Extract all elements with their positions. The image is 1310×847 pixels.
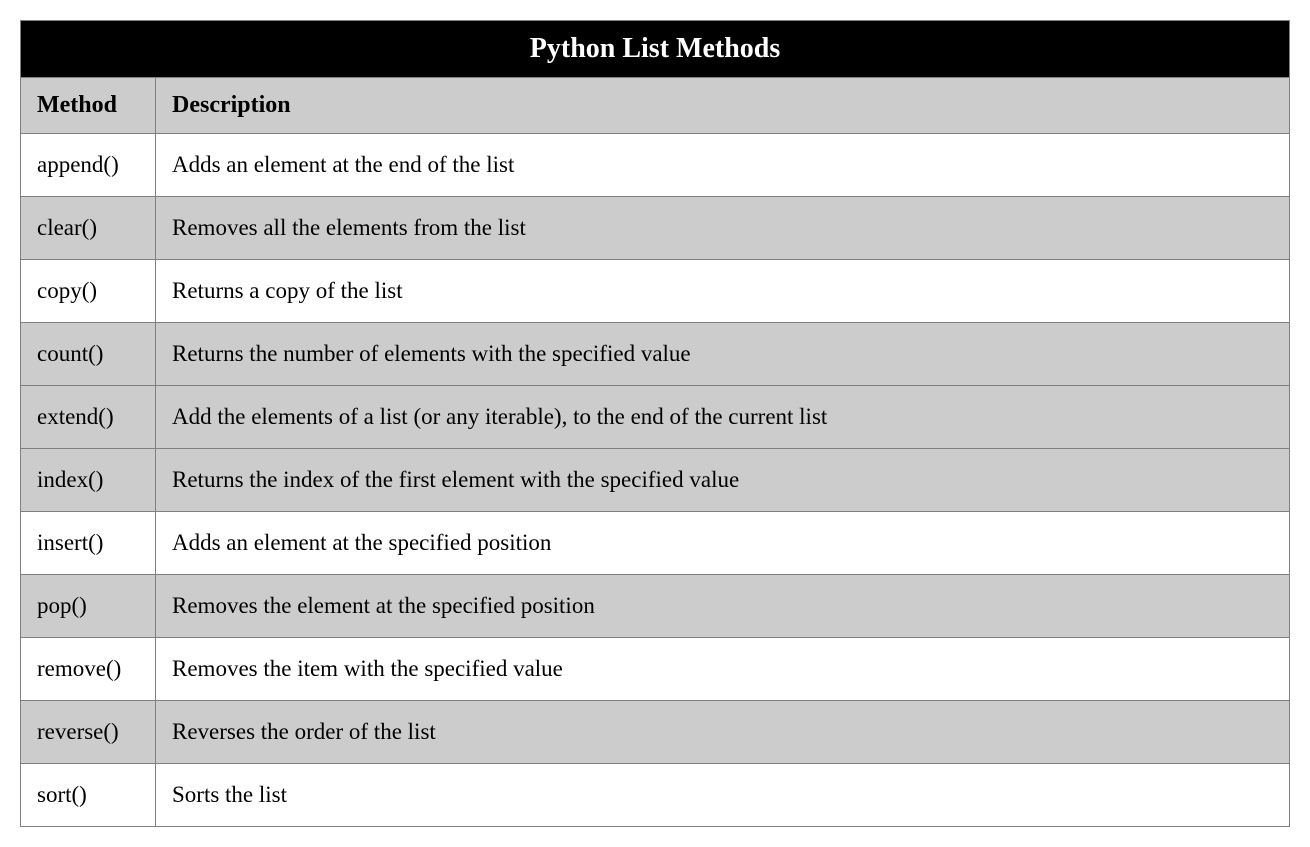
cell-description: Sorts the list: [156, 764, 1290, 827]
header-method: Method: [21, 78, 156, 134]
cell-method: count(): [21, 323, 156, 386]
cell-method: remove(): [21, 638, 156, 701]
page-title: Python List Methods: [21, 21, 1290, 78]
cell-method: pop(): [21, 575, 156, 638]
table-row: insert() Adds an element at the specifie…: [21, 512, 1290, 575]
table-row: count() Returns the number of elements w…: [21, 323, 1290, 386]
cell-method: sort(): [21, 764, 156, 827]
table-row: index() Returns the index of the first e…: [21, 449, 1290, 512]
header-row: Method Description: [21, 78, 1290, 134]
header-description: Description: [156, 78, 1290, 134]
table-row: copy() Returns a copy of the list: [21, 260, 1290, 323]
cell-method: insert(): [21, 512, 156, 575]
cell-description: Add the elements of a list (or any itera…: [156, 386, 1290, 449]
table-row: extend() Add the elements of a list (or …: [21, 386, 1290, 449]
cell-description: Removes all the elements from the list: [156, 197, 1290, 260]
cell-description: Returns the number of elements with the …: [156, 323, 1290, 386]
cell-method: index(): [21, 449, 156, 512]
table-row: reverse() Reverses the order of the list: [21, 701, 1290, 764]
cell-method: extend(): [21, 386, 156, 449]
cell-description: Removes the element at the specified pos…: [156, 575, 1290, 638]
cell-description: Reverses the order of the list: [156, 701, 1290, 764]
table-row: append() Adds an element at the end of t…: [21, 134, 1290, 197]
cell-method: clear(): [21, 197, 156, 260]
table-row: sort() Sorts the list: [21, 764, 1290, 827]
cell-method: append(): [21, 134, 156, 197]
cell-method: reverse(): [21, 701, 156, 764]
cell-description: Adds an element at the specified positio…: [156, 512, 1290, 575]
methods-table: Python List Methods Method Description a…: [20, 20, 1290, 827]
table-row: remove() Removes the item with the speci…: [21, 638, 1290, 701]
cell-method: copy(): [21, 260, 156, 323]
cell-description: Removes the item with the specified valu…: [156, 638, 1290, 701]
cell-description: Returns the index of the first element w…: [156, 449, 1290, 512]
table-row: clear() Removes all the elements from th…: [21, 197, 1290, 260]
table-row: pop() Removes the element at the specifi…: [21, 575, 1290, 638]
title-row: Python List Methods: [21, 21, 1290, 78]
cell-description: Adds an element at the end of the list: [156, 134, 1290, 197]
cell-description: Returns a copy of the list: [156, 260, 1290, 323]
